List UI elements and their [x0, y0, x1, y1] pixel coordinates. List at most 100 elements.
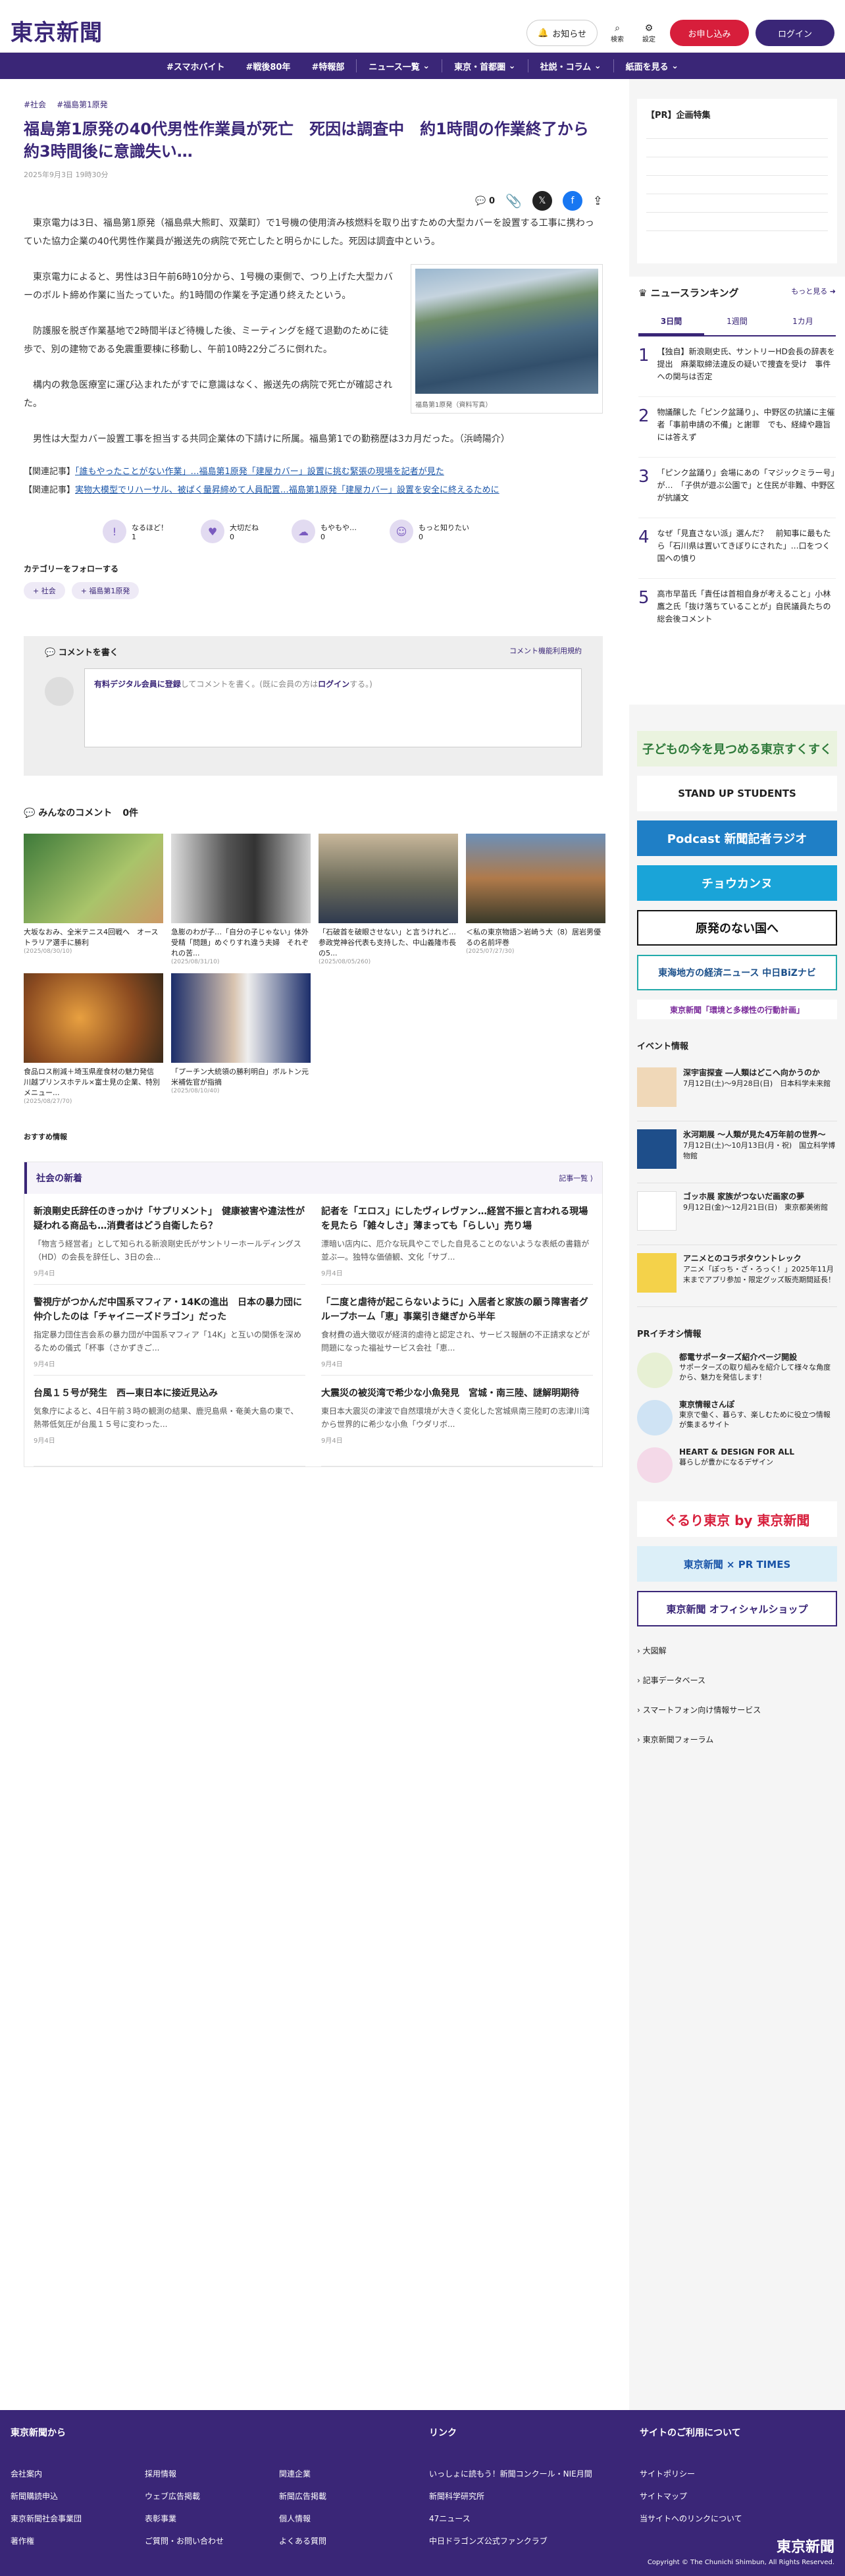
reaction-motto[interactable]: ☺ もっと知りたい 0: [390, 520, 469, 543]
reaction-naruhodo[interactable]: ! なるほど！ 1: [103, 520, 168, 543]
footer-link[interactable]: よくある質問: [279, 2530, 326, 2552]
settings-button[interactable]: ⚙ 設定: [636, 20, 662, 46]
comment-input[interactable]: 有料デジタル会員に登録してコメントを書く。(既に会員の方はログインする。): [84, 668, 582, 747]
footer-link[interactable]: サイトマップ: [640, 2485, 742, 2508]
banner-shop[interactable]: 東京新聞 オフィシャルショップ: [637, 1591, 837, 1626]
signup-button[interactable]: お申し込み: [670, 20, 749, 46]
tab-1month[interactable]: 1カ月: [770, 309, 836, 335]
side-link[interactable]: › スマートフォン向け情報サービス: [637, 1699, 837, 1721]
related-link[interactable]: 「誰もやったことがない作業」…福島第1原発「建屋カバー」設置に挑む緊張の現場を記…: [75, 467, 444, 477]
pr-item[interactable]: HEART & DESIGN FOR ALL 暮らしが豊かになるデザイン: [637, 1441, 837, 1488]
follow-title: カテゴリーをフォローする: [24, 564, 119, 574]
ranking-more[interactable]: もっと見る ➜: [791, 286, 836, 300]
card[interactable]: 大坂なおみ、全米テニス4回戦へ オーストラリア選手に勝利 (2025/08/30/…: [24, 834, 163, 965]
banner-prtimes[interactable]: 東京新聞 × PR TIMES: [637, 1546, 837, 1582]
event-item[interactable]: ゴッホ展 家族がつないだ画家の夢 9月12日(金)〜12月21日(日) 東京都美術…: [637, 1183, 837, 1245]
news-item[interactable]: 警視庁がつかんだ中国系マフィア・14Kの進出 日本の暴力団に仲介したのは「チャイ…: [34, 1285, 305, 1376]
reaction-taisetsu[interactable]: ♥ 大切だね 0: [201, 520, 259, 543]
banner-chokanu[interactable]: チョウカンヌ: [637, 865, 837, 901]
article-main: #社会 #福島第1原発 福島第1原発の40代男性作業員が死亡 死因は調査中 約1…: [24, 99, 605, 1467]
nav-item-paper[interactable]: 紙面を見る ⌄: [617, 53, 688, 79]
event-item[interactable]: アニメとのコラボタウントレック アニメ「ぽっち・ざ・ろっく！」2025年11月末ま…: [637, 1245, 837, 1307]
footer-link[interactable]: 関連企業: [279, 2463, 326, 2485]
footer-link[interactable]: 著作権: [11, 2530, 82, 2552]
nav-item-tokuhobu[interactable]: #特報部: [302, 53, 353, 79]
comment-rules-link[interactable]: コメント機能利用規約: [509, 645, 582, 656]
footer-logo[interactable]: 東京新聞: [777, 2535, 834, 2556]
latest-news: 社会の新着 記事一覧 ⟩ 新浪剛史氏辞任のきっかけ「サプリメント」 健康被害や違法…: [24, 1162, 603, 1467]
footer-link[interactable]: 新聞広告掲載: [279, 2485, 326, 2508]
nav-item-editorial[interactable]: 社説・コラム ⌄: [531, 53, 611, 79]
nav-item-sengo80[interactable]: #戦後80年: [236, 53, 299, 79]
card[interactable]: 「プーチン大統領の勝利明白」ボルトン元米補佐官が指摘 (2025/08/10/40…: [171, 973, 311, 1105]
footer-link[interactable]: 東京新聞社会事業団: [11, 2508, 82, 2530]
latest-news-more[interactable]: 記事一覧 ⟩: [559, 1173, 593, 1183]
footer-link[interactable]: 表彰事業: [145, 2508, 224, 2530]
footer-link[interactable]: 新聞科学研究所: [429, 2485, 592, 2508]
banner-radio[interactable]: Podcast 新聞記者ラジオ: [637, 820, 837, 856]
pr-item[interactable]: 東京情報さんぽ 東京で働く、暮らす、楽しむために役立つ情報が集まるサイト: [637, 1393, 837, 1441]
footer-link[interactable]: ご質問・お問い合わせ: [145, 2530, 224, 2552]
footer-link[interactable]: 会社案内: [11, 2463, 82, 2485]
news-item[interactable]: 記者を「エロス」にしたヴィレヴァン…経営不振と言われる現場を見たら「雑々しさ」薄…: [321, 1194, 593, 1285]
news-item[interactable]: 「二度と虐待が起こらないように」入居者と家族の願う障害者グループホーム「恵」事業…: [321, 1285, 593, 1376]
banner-gururi[interactable]: ぐるり東京 by 東京新聞: [637, 1501, 837, 1537]
ranking-item[interactable]: 3 「ピンク盆踊り」会場にあの「マジックミラー号」が… 「子供が遊ぶ公園で」と住民…: [638, 458, 836, 518]
footer-link[interactable]: 新聞購読申込: [11, 2485, 82, 2508]
comment-count[interactable]: 💬 0: [475, 196, 495, 206]
event-item[interactable]: 深宇宙探査 ―人類はどこへ向かうのか 7月12日(土)〜9月28日(日) 日本科学…: [637, 1060, 837, 1121]
footer-link[interactable]: 当サイトへのリンクについて: [640, 2508, 742, 2530]
ranking-item[interactable]: 1 【独自】新浪剛史氏、サントリーHD会長の辞表を提出 麻薬取締法違反の疑いで捜査…: [638, 336, 836, 397]
related-link[interactable]: 実物大模型でリハーサル、被ばく量昇締めて人員配置…福島第1原発「建屋カバー」設置…: [75, 485, 499, 495]
nav-item-tokyo[interactable]: 東京・首都圏 ⌄: [445, 53, 525, 79]
side-link[interactable]: › 記事データベース: [637, 1669, 837, 1691]
exclaim-icon: !: [103, 520, 126, 543]
nav-item-sumahobaito[interactable]: #スマホバイト: [157, 53, 234, 79]
tag-link[interactable]: #福島第1原発: [57, 99, 108, 110]
follow-chip[interactable]: + 福島第1原発: [71, 582, 140, 599]
tab-3days[interactable]: 3日間: [638, 309, 704, 335]
banner-bizbavi[interactable]: 東海地方の経済ニュース 中日BiZナビ: [637, 955, 837, 990]
footer-link[interactable]: ウェブ広告掲載: [145, 2485, 224, 2508]
footer-link[interactable]: サイトポリシー: [640, 2463, 742, 2485]
tag-link[interactable]: #社会: [24, 99, 46, 110]
nav-item-news-list[interactable]: ニュース一覧 ⌄: [359, 53, 439, 79]
x-share-icon[interactable]: 𝕏: [532, 191, 552, 211]
card[interactable]: 食品ロス削減＋埼玉県産食材の魅力発信 川越プリンスホテル×富士見の企業、特別メニ…: [24, 973, 163, 1105]
facebook-share-icon[interactable]: f: [562, 191, 582, 211]
footer-link[interactable]: いっしょに読もう！新聞コンクール・NIE月間: [429, 2463, 592, 2485]
card[interactable]: 「石破首を破眼させない」と言うけれど… 参政党神谷代表も支持した、中山義隆市長の…: [319, 834, 463, 965]
banner-genpatsu[interactable]: 原発のない国へ: [637, 910, 837, 946]
news-item[interactable]: 台風１５号が発生 西—東日本に接近見込み 気象庁によると、4日午前３時の観測の結果…: [34, 1376, 305, 1466]
banner-diversity[interactable]: 東京新聞「環境と多様性の行動計画」: [637, 1000, 837, 1019]
event-item[interactable]: 氷河期展 ～人類が見た4万年前の世界～ 7月12日(土)〜10月13日(月・祝) …: [637, 1121, 837, 1183]
login-button[interactable]: ログイン: [755, 20, 834, 46]
follow-chip[interactable]: + 社会: [24, 582, 65, 599]
footer-link[interactable]: 採用情報: [145, 2463, 224, 2485]
banner-sukusuku[interactable]: 子どもの今を見つめる東京すくすく: [637, 731, 837, 766]
card[interactable]: 急膨のわが子…「自分の子じゃない」体外受精「問題」めぐりすれ違う夫婦 それぞれの…: [171, 834, 311, 965]
news-item[interactable]: 新浪剛史氏辞任のきっかけ「サプリメント」 健康被害や違法性が疑われる商品も…消費…: [34, 1194, 305, 1285]
search-button[interactable]: ⌕ 検索: [604, 20, 630, 46]
site-logo[interactable]: 東京新聞: [11, 14, 103, 47]
card[interactable]: ＜私の東京物語＞岩崎う大（8）居岩男優るの名前坪巻 (2025/07/27/30): [466, 834, 605, 965]
clip-icon[interactable]: 📎: [505, 193, 522, 209]
ranking-item[interactable]: 5 高市早苗氏「責任は首相自身が考えること」小林鷹之氏「抜け落ちていることが」自民…: [638, 579, 836, 639]
footer-link[interactable]: 47ニュース: [429, 2508, 592, 2530]
notifications-button[interactable]: 🔔 お知らせ: [526, 20, 598, 46]
news-item[interactable]: 大震災の被災湾で希少な小魚発見 宮城・南三陸、謎解明期待 東日本大震災の津波で自然…: [321, 1376, 593, 1466]
tab-1week[interactable]: 1週間: [704, 309, 770, 335]
footer-link[interactable]: 中日ドラゴンズ公式ファンクラブ: [429, 2530, 592, 2552]
share-icon[interactable]: ⇪: [593, 194, 603, 208]
footer-link[interactable]: 個人情報: [279, 2508, 326, 2530]
article-photo[interactable]: 福島第1原発（資料写真）: [411, 264, 603, 414]
ranking-item[interactable]: 4 なぜ「見直さない派」選んだ？ 前知事に最もたら「石川県は置いてきぼりにされた」…: [638, 518, 836, 579]
ranking-item[interactable]: 2 物議醸した「ピンク盆踊り」、中野区の抗議に主催者「事前申請の不備」と謝罪 でも…: [638, 397, 836, 458]
pr-item[interactable]: 都電サポーターズ紹介ページ開設 サポーターズの取り組みを紹介して様々な角度から、魅…: [637, 1346, 837, 1393]
side-link[interactable]: › 東京新聞フォーラム: [637, 1729, 837, 1750]
banner-standup[interactable]: STAND UP STUDENTS: [637, 776, 837, 811]
reaction-moyamoya[interactable]: ☁ もやもや… 0: [292, 520, 357, 543]
sidebar: 【PR】企画特集 ♛ ニュースランキング もっと見る ➜ 3日間 1週間 1カ月 …: [629, 79, 845, 2410]
side-link[interactable]: › 大図解: [637, 1640, 837, 1661]
latest-news-title: 社会の新着: [36, 1173, 82, 1184]
